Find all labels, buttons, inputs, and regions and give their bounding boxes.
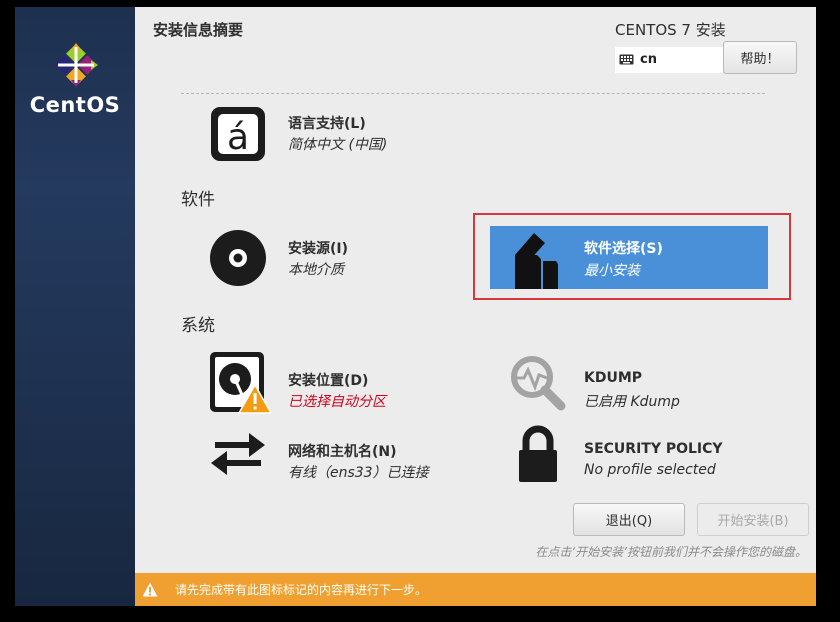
help-button[interactable]: 帮助！	[723, 41, 797, 74]
network-hostname-status: 有线（ens33）已连接	[288, 465, 429, 481]
software-selection-title: 软件选择(S)	[584, 241, 663, 257]
keyboard-layout-indicator[interactable]: cn	[615, 47, 723, 73]
disc-icon	[210, 230, 266, 286]
svg-text:á: á	[227, 117, 249, 158]
install-source-status: 本地介质	[288, 262, 344, 278]
security-policy-status: No profile selected	[584, 462, 716, 478]
warning-message: 请先完成带有此图标标记的内容再进行下一步。	[175, 583, 428, 597]
sidebar: CentOS	[15, 7, 135, 606]
divider	[181, 93, 765, 94]
product-title: CENTOS 7 安装	[615, 21, 726, 39]
quit-button[interactable]: 退出(Q)	[573, 503, 685, 536]
install-source-title: 安装源(I)	[288, 241, 349, 257]
network-hostname-title: 网络和主机名(N)	[288, 444, 397, 460]
centos-logo-icon	[54, 43, 98, 87]
keyboard-icon	[619, 54, 634, 65]
security-policy-spoke[interactable]: SECURITY POLICY No profile selected	[505, 423, 775, 485]
language-support-title: 语言支持(L)	[288, 116, 366, 132]
package-icon	[515, 233, 558, 289]
security-policy-title: SECURITY POLICY	[584, 441, 723, 457]
lock-icon	[519, 425, 557, 482]
software-section-heading: 软件	[181, 190, 215, 210]
warning-bar: 请先完成带有此图标标记的内容再进行下一步。	[135, 573, 816, 606]
install-destination-title: 安装位置(D)	[288, 373, 369, 389]
kdump-spoke[interactable]: KDUMP 已启用 Kdump	[505, 351, 765, 417]
language-support-status: 简体中文 (中国)	[288, 137, 388, 153]
main-panel: 安装信息摘要 CENTOS 7 安装 cn 帮助！ á 语言支持(L) 简体中文…	[135, 7, 816, 606]
software-selection-spoke[interactable]: 软件选择(S) 最小安装	[490, 226, 768, 289]
hard-disk-icon	[210, 352, 271, 414]
centos-brand-text: CentOS	[29, 93, 121, 117]
keyboard-layout-label: cn	[640, 52, 657, 67]
begin-installation-button[interactable]: 开始安装(B)	[697, 503, 809, 536]
software-selection-status: 最小安装	[584, 263, 640, 279]
installer-window: CentOS 安装信息摘要 CENTOS 7 安装 cn 帮助！ á 语言支持(…	[15, 7, 816, 606]
kdump-title: KDUMP	[584, 370, 643, 386]
kdump-search-icon	[511, 356, 566, 411]
system-section-heading: 系统	[181, 316, 215, 336]
warning-icon	[142, 582, 158, 597]
install-destination-spoke[interactable]: 安装位置(D) 已选择自动分区	[205, 351, 465, 417]
language-support-spoke[interactable]: á 语言支持(L) 简体中文 (中国)	[205, 103, 465, 163]
network-hostname-spoke[interactable]: 网络和主机名(N) 有线（ens33）已连接	[205, 423, 475, 485]
network-arrows-icon	[211, 433, 265, 475]
install-destination-status: 已选择自动分区	[288, 394, 386, 410]
page-title: 安装信息摘要	[153, 21, 244, 39]
install-source-spoke[interactable]: 安装源(I) 本地介质	[205, 227, 465, 287]
kdump-status: 已启用 Kdump	[584, 394, 680, 410]
disk-safety-note: 在点击‘开始安装’按钮前我们并不会操作您的磁盘。	[535, 545, 807, 559]
language-icon: á	[211, 107, 265, 161]
